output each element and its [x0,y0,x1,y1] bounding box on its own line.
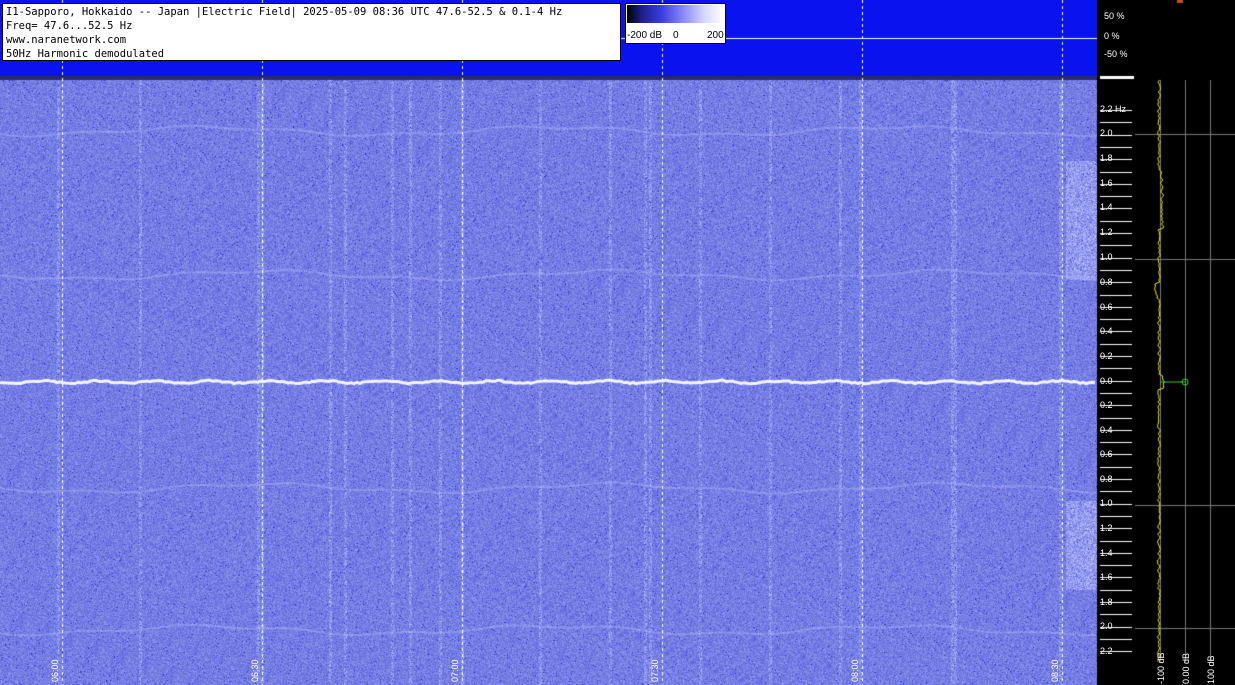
station-title: I1-Sapporo, Hokkaido -- Japan |Electric … [6,6,563,18]
time-tick-label: 07:30 [650,659,660,682]
color-scale-min: -200 dB [627,30,663,41]
frequency-tick-label: 1.2 [1100,523,1113,533]
trace-axis-label: -100 dB [1156,652,1166,684]
frequency-range: Freq= 47.6...52.5 Hz [6,20,133,32]
frequency-tick-label: 2.2 [1100,646,1113,656]
frequency-tick-label: 1.4 [1100,547,1113,558]
frequency-tick-label: 0.8 [1100,473,1113,484]
percent-label: -50 % [1104,49,1128,59]
frequency-tick-label: 0.4 [1100,424,1113,435]
color-scale-legend: -200 dB 0 200 [625,3,726,44]
frequency-tick-label: 0.2 [1100,351,1113,362]
time-tick-label: 08:00 [850,659,860,682]
percent-label: 50 % [1104,11,1125,21]
frequency-tick-label: 0.4 [1100,326,1113,337]
station-info-box: I1-Sapporo, Hokkaido -- Japan |Electric … [2,3,621,61]
time-tick-label: 07:00 [450,659,460,682]
frequency-tick-label: 0.6 [1100,301,1113,312]
frequency-tick-label: 0.6 [1100,449,1113,460]
color-scale-mid: 0 [673,30,679,41]
time-tick-label: 06:30 [250,659,260,682]
frequency-tick-label: 1.2 [1100,227,1113,238]
website-url: www.naranetwork.com [6,34,127,46]
frequency-tick-label: 1.8 [1100,152,1113,163]
color-scale-gradient [627,5,724,23]
spectrogram-canvas [0,0,1235,685]
frequency-tick-label: 1.6 [1100,572,1113,583]
frequency-tick-label: 1.6 [1100,177,1113,188]
frequency-tick-label: 2.0 [1100,621,1113,632]
mode-label: 50Hz Harmonic demodulated [6,48,165,60]
frequency-tick-label: 2.0 [1100,128,1113,138]
color-scale-max: 200 [707,30,724,41]
frequency-tick-label: 1.0 [1100,252,1113,262]
frequency-tick-label: 0.8 [1100,276,1113,287]
frequency-tick-label: 1.8 [1100,596,1113,607]
trace-axis-label: 0.00 dB [1181,652,1191,684]
frequency-tick-label: 0.0 [1100,376,1113,386]
frequency-tick-label: 0.2 [1100,400,1113,410]
frequency-unit-label: 2.2 Hz [1100,104,1127,114]
frequency-tick-label: 1.0 [1100,498,1113,509]
time-tick-label: 08:30 [1050,659,1060,682]
frequency-tick-label: 1.4 [1100,202,1113,213]
trace-axis-label: 100 dB [1206,655,1216,684]
percent-label: 0 % [1104,31,1120,41]
time-tick-label: 06:00 [50,659,60,682]
